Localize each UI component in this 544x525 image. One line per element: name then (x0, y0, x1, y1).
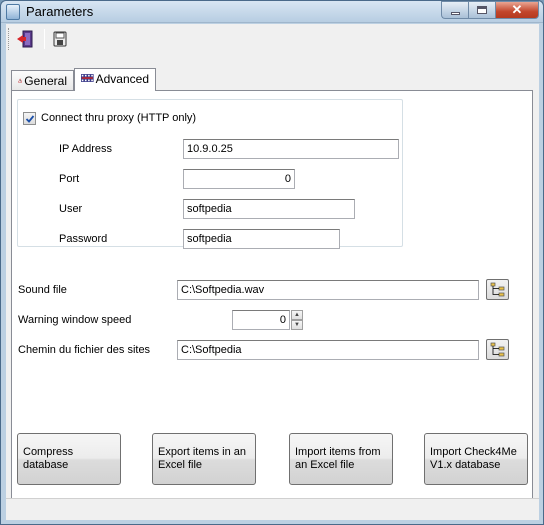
toolbar-grip[interactable] (8, 28, 11, 50)
sound-file-label: Sound file (18, 284, 67, 296)
close-icon: ✕ (511, 2, 523, 17)
proxy-checkbox-label[interactable]: Connect thru proxy (HTTP only) (41, 112, 196, 124)
proxy-checkbox[interactable] (23, 112, 36, 125)
compress-database-button[interactable]: Compress database (17, 433, 121, 485)
warning-speed-label: Warning window speed (18, 314, 132, 326)
warning-speed-spinner[interactable]: ▲ ▼ (291, 310, 303, 330)
sites-path-field[interactable]: C:\Softpedia (177, 340, 479, 360)
warning-speed-field[interactable]: 0 (232, 310, 290, 330)
toolbar (6, 24, 539, 55)
spin-up-icon[interactable]: ▲ (291, 310, 303, 320)
tab-advanced-label: Advanced (95, 72, 149, 86)
exit-button[interactable] (14, 27, 38, 51)
warning-icon (18, 78, 23, 83)
save-button[interactable] (48, 27, 72, 51)
user-label: User (59, 203, 83, 215)
password-label: Password (59, 233, 108, 245)
app-icon (6, 4, 20, 20)
port-field[interactable]: 0 (183, 169, 295, 189)
spin-down-icon[interactable]: ▼ (291, 320, 303, 330)
exit-door-icon (17, 30, 33, 48)
tab-advanced[interactable]: Advanced (74, 68, 156, 91)
window-title: Parameters (26, 4, 94, 19)
ip-address-field[interactable]: 10.9.0.25 (183, 139, 399, 159)
film-strip-icon (81, 74, 94, 82)
parameters-window: Parameters ✕ General Advanced Connect th… (0, 0, 544, 525)
import-check4me-button[interactable]: Import Check4Me V1.x database (424, 433, 528, 485)
port-label: Port (59, 173, 80, 185)
tab-general-label: General (24, 74, 67, 88)
maximize-icon (477, 6, 487, 14)
title-bar[interactable]: Parameters ✕ (1, 1, 543, 23)
window-controls: ✕ (441, 1, 539, 19)
close-button[interactable]: ✕ (495, 1, 539, 19)
sites-path-label: Chemin du fichier des sites (18, 344, 151, 356)
password-field[interactable]: softpedia (183, 229, 340, 249)
sites-browse-button[interactable] (486, 339, 509, 360)
export-excel-button[interactable]: Export items in an Excel file (152, 433, 256, 485)
ip-address-label: IP Address (59, 143, 112, 155)
sound-file-field[interactable]: C:\Softpedia.wav (177, 280, 479, 300)
client-area: General Advanced Connect thru proxy (HTT… (6, 24, 539, 520)
import-excel-button[interactable]: Import items from an Excel file (289, 433, 393, 485)
folder-tree-icon (490, 342, 504, 356)
checkmark-icon (25, 114, 34, 123)
minimize-icon (450, 12, 460, 15)
proxy-groupbox: Connect thru proxy (HTTP only) IP Addres… (17, 99, 403, 249)
tab-general[interactable]: General (11, 70, 74, 90)
maximize-button[interactable] (468, 1, 495, 19)
folder-tree-icon (490, 282, 504, 296)
minimize-button[interactable] (441, 1, 468, 19)
toolbar-separator (44, 29, 45, 49)
user-field[interactable]: softpedia (183, 199, 355, 219)
advanced-panel: Connect thru proxy (HTTP only) IP Addres… (11, 90, 533, 515)
save-disk-icon (53, 31, 67, 47)
status-bar (6, 498, 539, 520)
sound-browse-button[interactable] (486, 279, 509, 300)
